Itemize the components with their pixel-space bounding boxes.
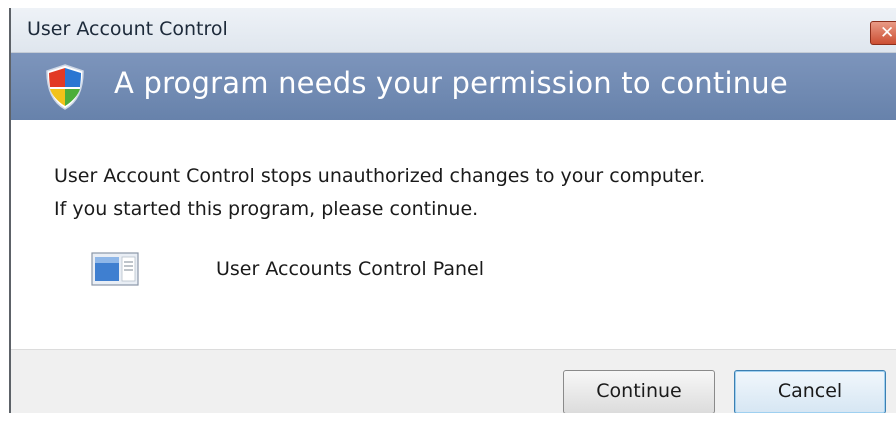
header-band: A program needs your permission to conti… [11, 53, 896, 120]
cancel-button[interactable]: Cancel [734, 370, 886, 414]
uac-dialog: User Account Control ✕ A program needs y… [0, 0, 896, 433]
window-title: User Account Control [27, 18, 228, 40]
continue-button[interactable]: Continue [563, 370, 715, 414]
uac-shield-icon [46, 64, 84, 110]
title-bar[interactable]: User Account Control ✕ [11, 8, 896, 53]
bottom-strip [11, 413, 896, 433]
close-button[interactable]: ✕ [870, 21, 896, 45]
message-line-2: If you started this program, please cont… [54, 198, 479, 220]
message-line-1: User Account Control stops unauthorized … [54, 165, 706, 187]
dialog-footer: Continue Cancel [11, 349, 896, 414]
close-icon: ✕ [880, 23, 895, 43]
header-title: A program needs your permission to conti… [114, 66, 788, 100]
control-panel-icon [91, 252, 139, 286]
program-name: User Accounts Control Panel [216, 258, 484, 280]
dialog-body: User Account Control stops unauthorized … [11, 121, 896, 349]
program-row: User Accounts Control Panel [91, 246, 611, 296]
